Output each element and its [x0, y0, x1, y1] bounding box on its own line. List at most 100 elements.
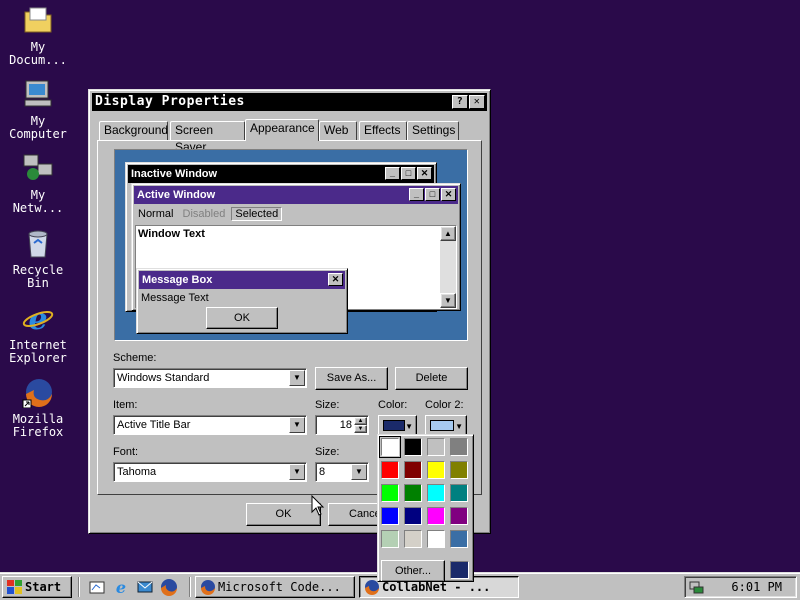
- scheme-value: Windows Standard: [117, 372, 210, 384]
- color-swatch[interactable]: [427, 507, 445, 525]
- firefox-icon: [22, 379, 52, 409]
- preview-menu-bar: Normal Disabled Selected: [135, 206, 283, 223]
- scroll-up-icon[interactable]: ▲: [440, 226, 456, 241]
- tab-web[interactable]: Web: [319, 121, 357, 140]
- ok-button[interactable]: OK: [246, 503, 321, 526]
- dialog-titlebar[interactable]: Display Properties ? ✕: [92, 93, 487, 111]
- tab-appearance[interactable]: Appearance: [245, 119, 319, 141]
- color-swatch[interactable]: [427, 484, 445, 502]
- tab-background[interactable]: Background: [99, 121, 168, 140]
- chevron-down-icon[interactable]: ▼: [289, 464, 305, 480]
- font-select[interactable]: Tahoma ▼: [113, 462, 307, 482]
- item-size-spinner[interactable]: 18 ▲ ▼: [315, 415, 369, 435]
- delete-button[interactable]: Delete: [395, 367, 468, 390]
- save-as-button[interactable]: Save As...: [315, 367, 388, 390]
- item-value: Active Title Bar: [117, 419, 191, 431]
- color-swatch[interactable]: [404, 484, 422, 502]
- color-palette-dropdown: Other...: [377, 434, 474, 582]
- color-swatch[interactable]: [450, 484, 468, 502]
- desktop-icon-mozilla-firefox[interactable]: Mozilla Firefox: [2, 376, 74, 439]
- stepper-down-icon[interactable]: ▼: [354, 425, 367, 433]
- color2-button[interactable]: ▼: [425, 415, 467, 436]
- menu-selected[interactable]: Selected: [231, 207, 283, 221]
- color-swatch[interactable]: [427, 530, 445, 548]
- taskbar-divider: [78, 577, 80, 597]
- color-swatch[interactable]: [381, 461, 399, 479]
- desktop-icon-my-documents[interactable]: My Docum...: [2, 4, 74, 67]
- message-ok-button[interactable]: OK: [206, 307, 278, 329]
- close-icon: ✕: [328, 273, 343, 286]
- desktop-icon-label: My Computer: [9, 114, 67, 141]
- scroll-down-icon[interactable]: ▼: [440, 293, 456, 308]
- task-label: CollabNet - ...: [382, 580, 491, 594]
- font-label: Font:: [113, 446, 139, 458]
- task-microsoft-code[interactable]: Microsoft Code...: [195, 576, 355, 598]
- outlook-icon[interactable]: [136, 578, 154, 596]
- font-size-value: 8: [319, 466, 326, 478]
- ie-icon: e: [22, 302, 54, 337]
- scheme-preview: Inactive Window _ □ ✕ Active Window _ □ …: [114, 149, 468, 341]
- color-swatch[interactable]: [381, 507, 399, 525]
- folder-icon: [24, 7, 52, 33]
- color-swatch[interactable]: [450, 507, 468, 525]
- stepper-up-icon[interactable]: ▲: [354, 417, 367, 425]
- firefox-icon[interactable]: [160, 578, 178, 596]
- color-swatch[interactable]: [427, 461, 445, 479]
- close-icon: ✕: [441, 188, 456, 201]
- tab-settings[interactable]: Settings: [407, 121, 459, 140]
- item-size-value: 18: [339, 419, 352, 431]
- color-swatch[interactable]: [404, 530, 422, 548]
- start-button[interactable]: Start: [2, 576, 72, 598]
- desktop-icon-label: Mozilla Firefox: [12, 412, 64, 439]
- font-size-select[interactable]: 8 ▼: [315, 462, 369, 482]
- quick-launch: e: [84, 578, 184, 596]
- message-box-preview: Message Box ✕ Message Text OK: [136, 268, 348, 334]
- help-button[interactable]: ?: [452, 95, 468, 109]
- color-swatch[interactable]: [404, 507, 422, 525]
- color-swatch[interactable]: [450, 438, 468, 456]
- other-color-button[interactable]: Other...: [381, 560, 445, 581]
- active-window-titlebar[interactable]: Active Window _ □ ✕: [134, 186, 458, 204]
- desktop-icon-my-computer[interactable]: My Computer: [2, 78, 74, 141]
- chevron-down-icon[interactable]: ▼: [289, 417, 305, 433]
- menu-disabled[interactable]: Disabled: [180, 208, 229, 220]
- item-label: Item:: [113, 399, 138, 411]
- color-swatch[interactable]: [427, 438, 445, 456]
- svg-text:e: e: [116, 578, 126, 596]
- desktop-icon-label: My Docum...: [9, 40, 67, 67]
- minimize-icon: _: [385, 167, 400, 180]
- show-desktop-icon[interactable]: [88, 578, 106, 596]
- item-select[interactable]: Active Title Bar ▼: [113, 415, 307, 435]
- message-box-titlebar: Message Box ✕: [139, 271, 345, 289]
- color1-button[interactable]: ▼: [378, 415, 417, 436]
- tab-effects[interactable]: Effects: [359, 121, 407, 140]
- color-swatch[interactable]: [404, 461, 422, 479]
- network-tray-icon[interactable]: [688, 579, 704, 595]
- active-window-title: Active Window: [137, 189, 216, 201]
- windows-logo-icon: [7, 580, 22, 594]
- color-swatch[interactable]: [379, 436, 401, 458]
- chevron-down-icon[interactable]: ▼: [351, 464, 367, 480]
- color-swatch[interactable]: [381, 530, 399, 548]
- desktop-icon-my-network[interactable]: My Netw...: [2, 152, 74, 215]
- preview-scrollbar[interactable]: ▲ ▼: [440, 226, 456, 308]
- color-swatch[interactable]: [381, 484, 399, 502]
- color-swatch[interactable]: [404, 438, 422, 456]
- close-button[interactable]: ✕: [469, 95, 485, 109]
- color-swatch[interactable]: [450, 530, 468, 548]
- chevron-down-icon[interactable]: ▼: [289, 370, 305, 386]
- desktop-icon-recycle-bin[interactable]: Recycle Bin: [2, 227, 74, 290]
- task-label: Microsoft Code...: [218, 580, 341, 594]
- size-stepper[interactable]: ▲ ▼: [354, 417, 367, 433]
- scheme-select[interactable]: Windows Standard ▼: [113, 368, 307, 388]
- menu-normal[interactable]: Normal: [135, 208, 176, 220]
- firefox-icon: [201, 580, 215, 595]
- tab-screen-saver[interactable]: Screen Saver: [170, 121, 245, 154]
- desktop-icon-internet-explorer[interactable]: e Internet Explorer: [2, 302, 74, 365]
- ie-icon[interactable]: e: [112, 578, 130, 596]
- clock[interactable]: 6:01 PM: [731, 577, 782, 597]
- color2-label: Color 2:: [425, 399, 464, 411]
- close-icon: ✕: [417, 167, 432, 180]
- item-size-label: Size:: [315, 399, 340, 411]
- color-swatch[interactable]: [450, 461, 468, 479]
